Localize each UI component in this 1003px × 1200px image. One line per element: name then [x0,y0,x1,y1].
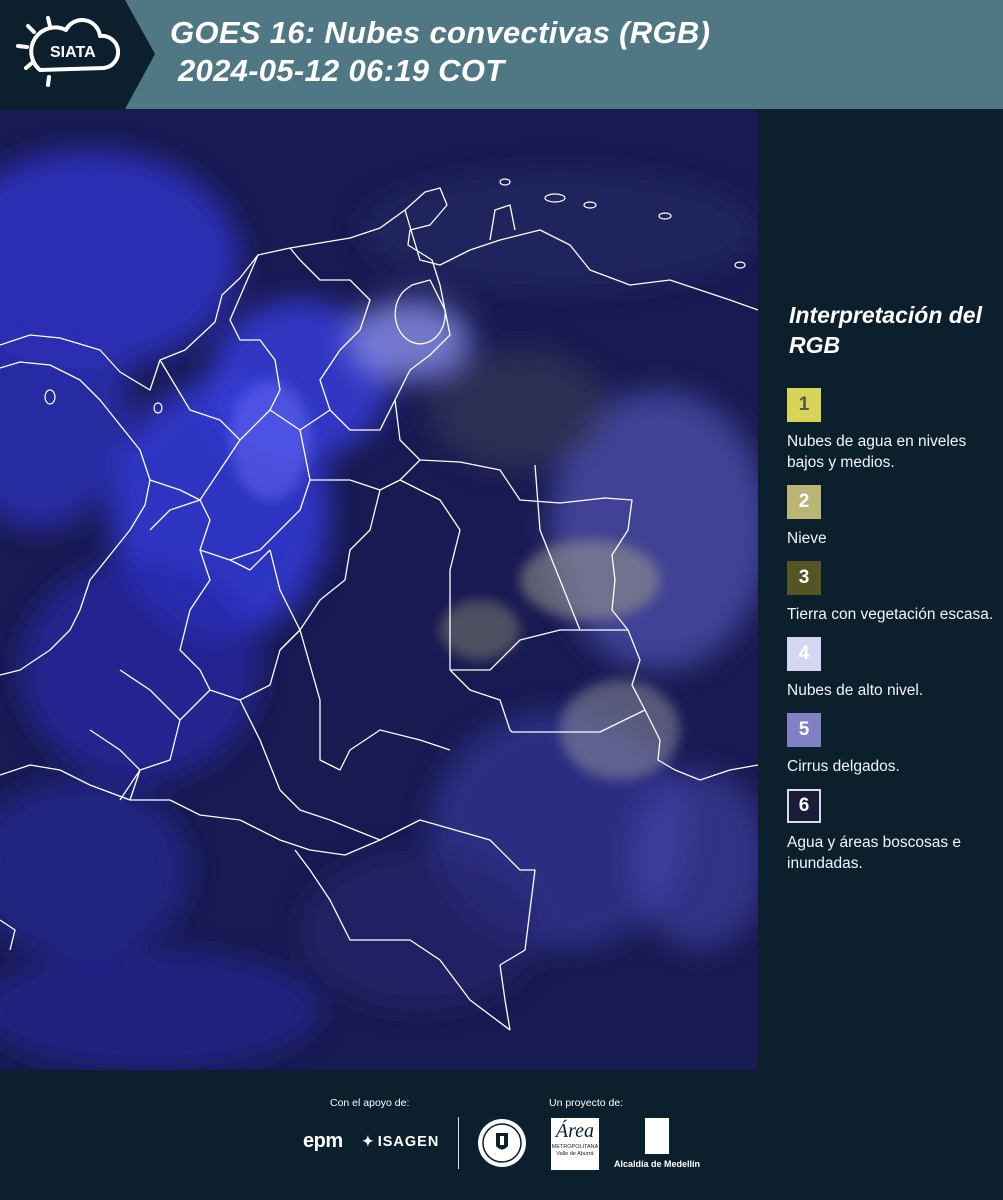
satellite-map[interactable] [0,110,758,1070]
siata-logo: SIATA [0,0,155,109]
legend-swatch: 5 [787,713,821,747]
legend-label: Nubes de alto nivel. [787,682,924,699]
area-logo-subtext: METROPOLITANA Valle de Aburrá [551,1144,599,1157]
footer-divider [458,1117,459,1169]
header-bar: SIATA GOES 16: Nubes convectivas (RGB) 2… [0,0,1003,109]
project-label: Un proyecto de: [549,1097,624,1109]
footer: Con el apoyo de: Un proyecto de: epm ✦ IS… [0,1070,1003,1200]
legend-item: 1 Nubes de agua en niveles bajos y medios… [787,388,997,473]
area-metropolitana-logo: Área METROPOLITANA Valle de Aburrá [551,1118,599,1170]
legend-label: Nieve [787,530,827,547]
isagen-mark-icon: ✦ [362,1133,375,1149]
legend-item: 5 Cirrus delgados. [787,713,997,777]
isagen-logo: ✦ ISAGEN [362,1133,439,1150]
legend-swatch: 3 [787,561,821,595]
isagen-logo-text: ISAGEN [377,1134,440,1150]
area-logo-text: Área [555,1120,595,1142]
epm-logo: epm [303,1130,343,1152]
legend-title: Interpretación del RGB [789,302,982,358]
rgb-legend: Interpretación del RGB 1 Nubes de agua en… [787,300,997,886]
legend-label: Cirrus delgados. [787,758,900,775]
page-title: GOES 16: Nubes convectivas (RGB) 2024-05… [170,14,710,90]
legend-swatch: 2 [787,485,821,519]
legend-item: 2 Nieve [787,485,997,549]
legend-label: Agua y áreas boscosas e inundadas. [787,834,962,872]
legend-label: Nubes de agua en niveles bajos y medios. [787,433,967,471]
legend-label: Tierra con vegetación escasa. [787,606,994,623]
title-line-2: 2024-05-12 06:19 COT [178,53,505,88]
medellin-crest-icon [645,1118,669,1154]
legend-item: 3 Tierra con vegetación escasa. [787,561,997,625]
alcaldia-medellin-logo: Alcaldía de Medellín [612,1118,702,1169]
support-label: Con el apoyo de: [330,1097,410,1109]
legend-item: 6 Agua y áreas boscosas e inundadas. [787,789,997,874]
legend-items: 1 Nubes de agua en niveles bajos y medios… [787,388,997,874]
legend-swatch: 6 [787,789,821,823]
medellin-label: Alcaldía de Medellín [613,1159,701,1169]
university-seal-icon [477,1118,527,1168]
legend-item: 4 Nubes de alto nivel. [787,637,997,701]
legend-swatch: 1 [787,388,821,422]
siata-logo-text: SIATA [50,44,96,61]
title-line-1: GOES 16: Nubes convectivas (RGB) [170,15,711,50]
legend-swatch: 4 [787,637,821,671]
